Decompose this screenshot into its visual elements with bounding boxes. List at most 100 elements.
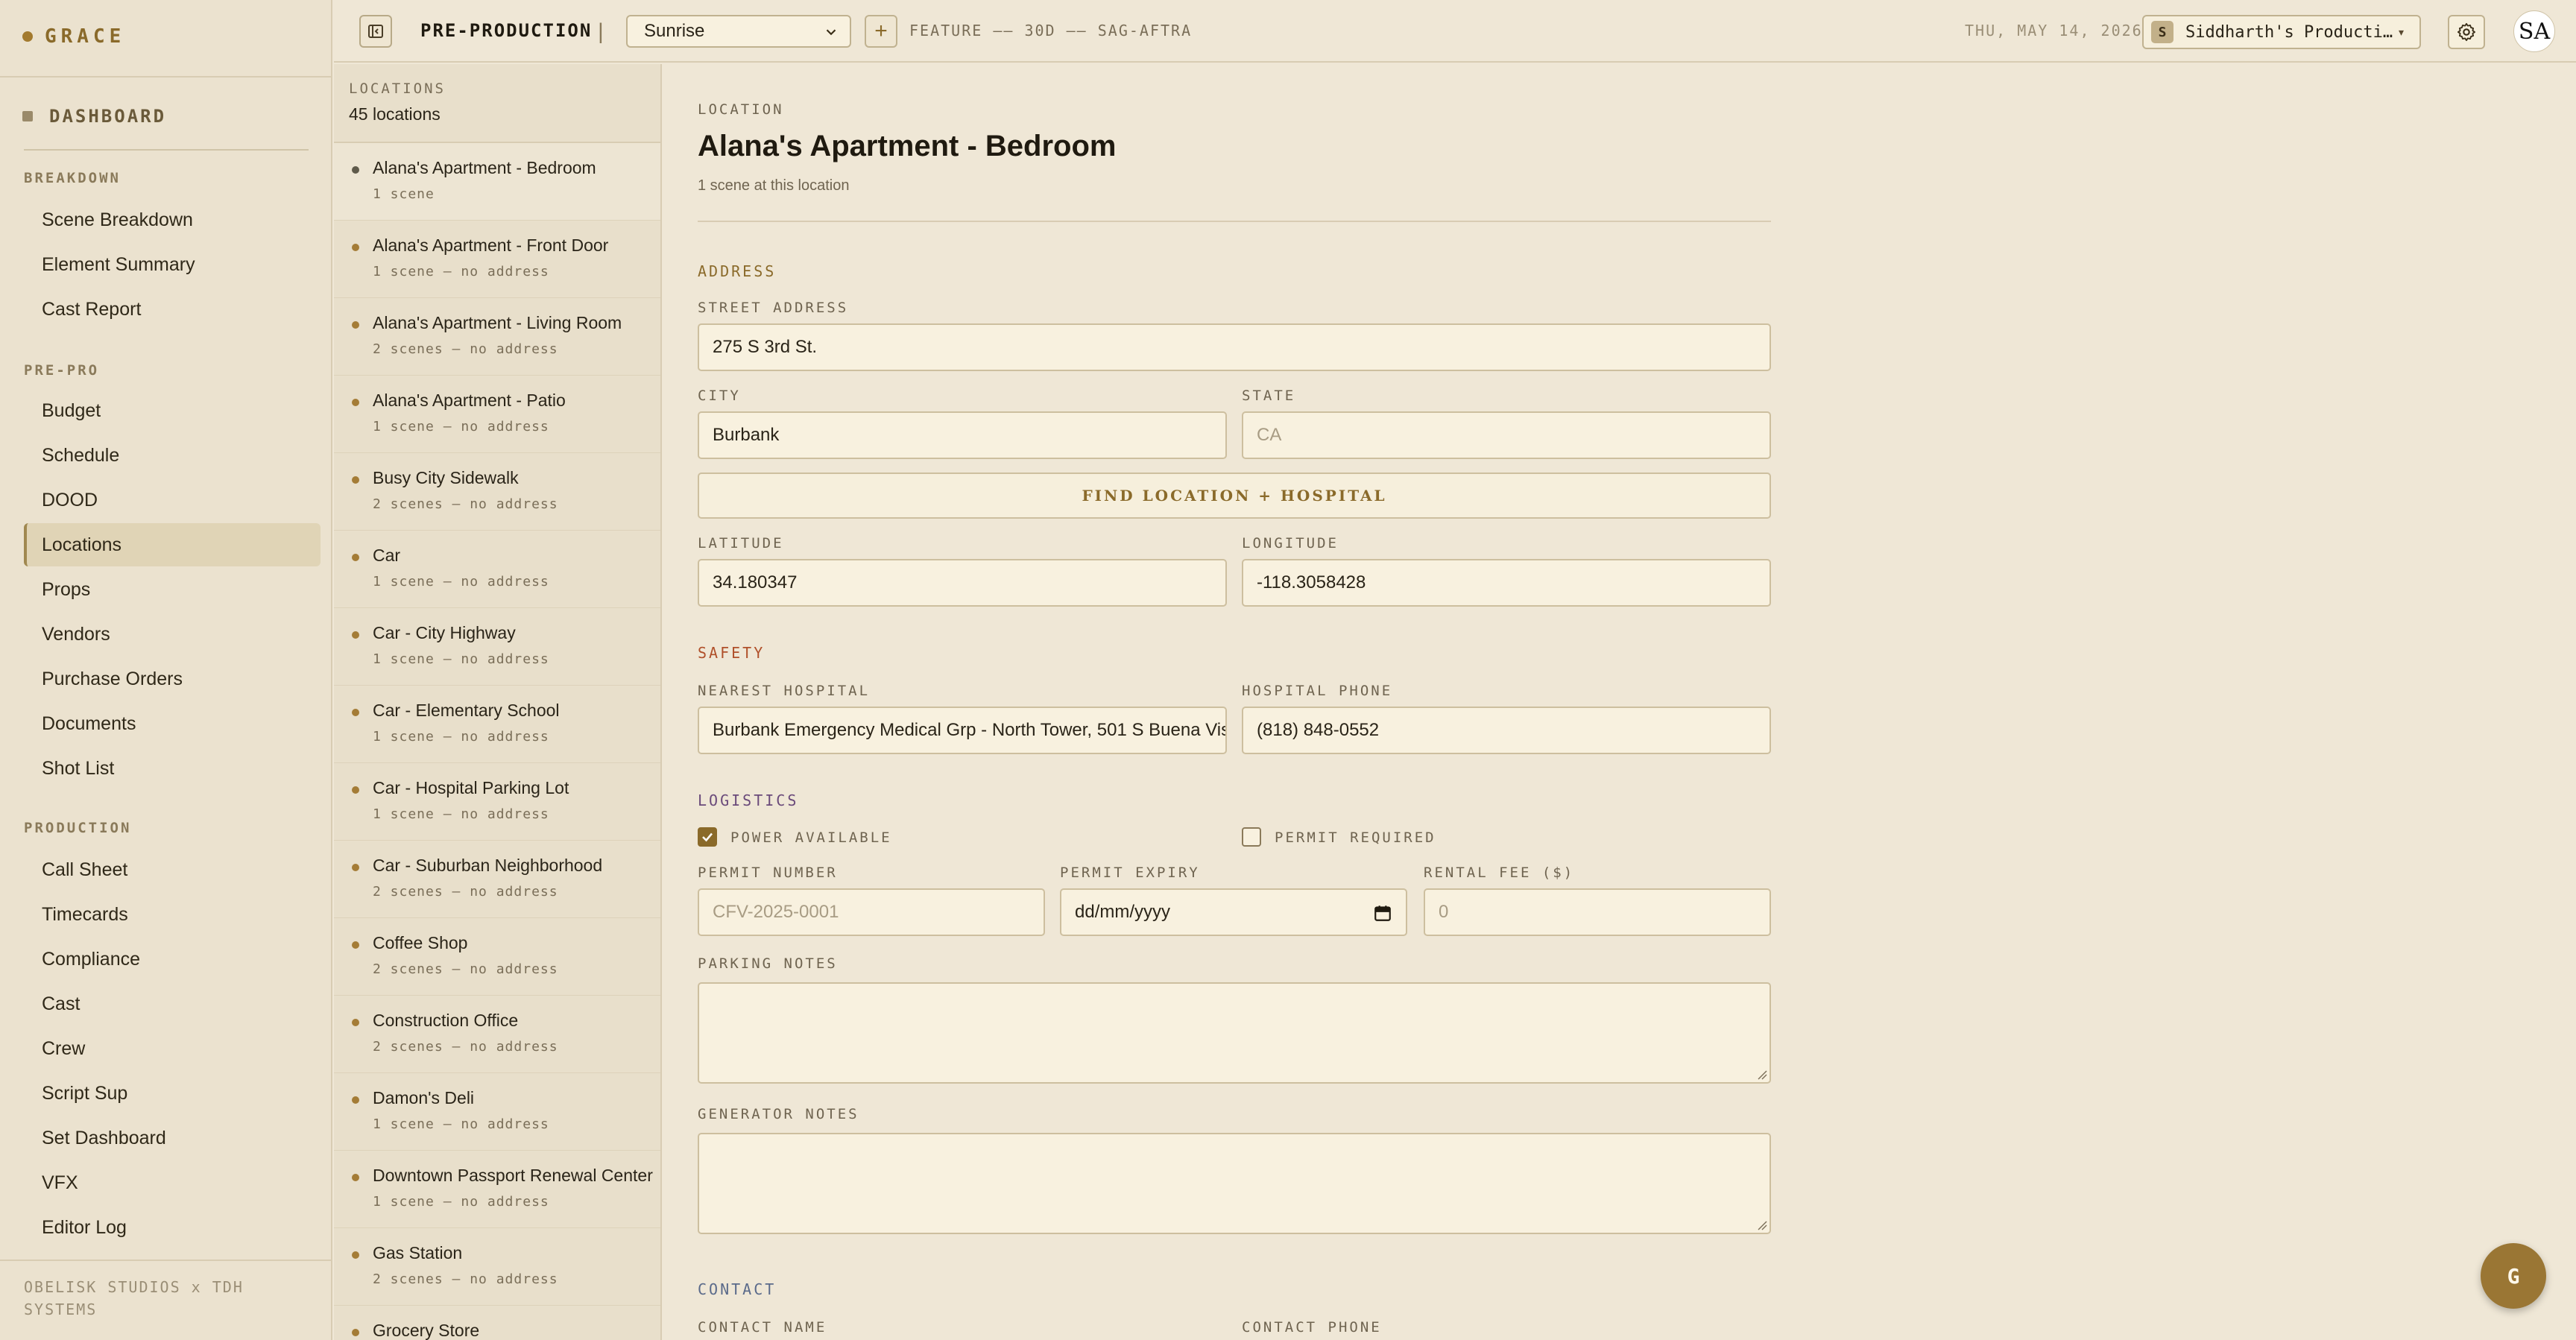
production-badge: S bbox=[2151, 21, 2174, 43]
list-item[interactable]: Car - City Highway 1 scene — no address bbox=[334, 608, 660, 686]
list-item[interactable]: Coffee Shop 2 scenes — no address bbox=[334, 918, 660, 996]
sidebar-item-schedule[interactable]: Schedule bbox=[24, 434, 321, 477]
location-name: Alana's Apartment - Bedroom bbox=[373, 158, 596, 177]
bullet-icon bbox=[352, 941, 359, 949]
project-select-value: Sunrise bbox=[644, 21, 705, 41]
location-name: Construction Office bbox=[373, 1011, 519, 1030]
sidebar-item-vendors[interactable]: Vendors bbox=[24, 613, 321, 656]
section-heading-pre-pro: PRE-PRO bbox=[24, 362, 100, 379]
collapse-sidebar-button[interactable] bbox=[359, 15, 392, 48]
location-name: Car - Elementary School bbox=[373, 701, 560, 720]
permit-required-checkbox[interactable] bbox=[1242, 827, 1261, 847]
list-item[interactable]: Damon's Deli 1 scene — no address bbox=[334, 1073, 660, 1151]
find-location-hospital-button[interactable]: FIND LOCATION + HOSPITAL bbox=[698, 473, 1771, 519]
city-field[interactable]: Burbank bbox=[698, 411, 1227, 459]
power-available-label: POWER AVAILABLE bbox=[730, 829, 892, 846]
location-name: Alana's Apartment - Front Door bbox=[373, 236, 609, 255]
sidebar-item-editor-log[interactable]: Editor Log bbox=[24, 1206, 321, 1249]
list-item[interactable]: Alana's Apartment - Front Door 1 scene —… bbox=[334, 221, 660, 298]
location-name: Grocery Store bbox=[373, 1321, 480, 1340]
bullet-icon bbox=[352, 476, 359, 484]
street-address-field[interactable]: 275 S 3rd St. bbox=[698, 323, 1771, 371]
page-title: Alana's Apartment - Bedroom bbox=[698, 130, 1117, 162]
section-title-logistics: LOGISTICS bbox=[698, 791, 799, 809]
bullet-icon bbox=[352, 399, 359, 406]
bullet-icon bbox=[352, 786, 359, 794]
list-item[interactable]: Car 1 scene — no address bbox=[334, 531, 660, 608]
location-meta: 2 scenes — no address bbox=[373, 961, 558, 977]
section-title-safety: SAFETY bbox=[698, 644, 765, 662]
sidebar-item-props[interactable]: Props bbox=[24, 568, 321, 611]
longitude-field[interactable]: -118.3058428 bbox=[1242, 559, 1771, 607]
nearest-hospital-field[interactable]: Burbank Emergency Medical Grp - North To… bbox=[698, 707, 1227, 754]
location-name: Car - City Highway bbox=[373, 623, 516, 642]
permit-expiry-date-field[interactable]: dd/mm/yyyy bbox=[1060, 888, 1407, 936]
location-name: Alana's Apartment - Patio bbox=[373, 391, 566, 410]
brand[interactable]: GRACE bbox=[22, 25, 125, 48]
resize-grip-icon bbox=[1758, 1221, 1767, 1230]
latitude-field[interactable]: 34.180347 bbox=[698, 559, 1227, 607]
location-name: Gas Station bbox=[373, 1243, 463, 1262]
sidebar-item-crew[interactable]: Crew bbox=[24, 1027, 321, 1070]
caret-down-icon: ▾ bbox=[2399, 25, 2405, 38]
current-date: THU, MAY 14, 2026 bbox=[1965, 22, 2143, 39]
sidebar-item-scene-breakdown[interactable]: Scene Breakdown bbox=[24, 198, 321, 241]
divider bbox=[0, 76, 332, 78]
list-item[interactable]: Gas Station 2 scenes — no address bbox=[334, 1228, 660, 1306]
title-separator: | bbox=[598, 19, 604, 44]
location-meta: 2 scenes — no address bbox=[373, 1271, 558, 1287]
list-item[interactable]: Construction Office 2 scenes — no addres… bbox=[334, 996, 660, 1073]
production-switcher[interactable]: S Siddharth's Production Company ▾ bbox=[2142, 15, 2421, 49]
sidebar-item-cast[interactable]: Cast bbox=[24, 982, 321, 1025]
sidebar-item-shot-list[interactable]: Shot List bbox=[24, 747, 321, 790]
avatar[interactable]: SA bbox=[2513, 10, 2555, 52]
generator-notes-textarea[interactable] bbox=[698, 1133, 1771, 1234]
list-item[interactable]: Busy City Sidewalk 2 scenes — no address bbox=[334, 453, 660, 531]
sidebar-item-timecards[interactable]: Timecards bbox=[24, 893, 321, 936]
list-item[interactable]: Car - Suburban Neighborhood 2 scenes — n… bbox=[334, 841, 660, 918]
list-item[interactable]: Grocery Store bbox=[334, 1306, 660, 1340]
sidebar-item-purchase-orders[interactable]: Purchase Orders bbox=[24, 657, 321, 701]
sidebar-item-set-dashboard[interactable]: Set Dashboard bbox=[24, 1116, 321, 1160]
project-select[interactable]: Sunrise bbox=[626, 15, 851, 48]
list-item[interactable]: Alana's Apartment - Bedroom 1 scene bbox=[334, 143, 660, 221]
list-item[interactable]: Alana's Apartment - Living Room 2 scenes… bbox=[334, 298, 660, 376]
sidebar-item-cast-report[interactable]: Cast Report bbox=[24, 288, 321, 331]
parking-notes-textarea[interactable] bbox=[698, 982, 1771, 1084]
hospital-phone-field[interactable]: (818) 848-0552 bbox=[1242, 707, 1771, 754]
nearest-hospital-label: NEAREST HOSPITAL bbox=[698, 683, 871, 699]
rental-fee-field[interactable]: 0 bbox=[1424, 888, 1771, 936]
permit-number-field[interactable]: CFV-2025-0001 bbox=[698, 888, 1045, 936]
sidebar-item-locations[interactable]: Locations bbox=[24, 523, 321, 566]
list-item[interactable]: Car - Hospital Parking Lot 1 scene — no … bbox=[334, 763, 660, 841]
power-available-checkbox[interactable] bbox=[698, 827, 717, 847]
section-heading-production: PRODUCTION bbox=[24, 820, 132, 836]
sidebar-item-dood[interactable]: DOOD bbox=[24, 478, 321, 522]
add-project-button[interactable]: + bbox=[865, 15, 897, 48]
assistant-button[interactable]: G bbox=[2481, 1243, 2546, 1309]
sidebar: GRACE DASHBOARD BREAKDOWN Scene Breakdow… bbox=[0, 0, 332, 1340]
sidebar-item-vfx[interactable]: VFX bbox=[24, 1161, 321, 1204]
location-meta: 2 scenes — no address bbox=[373, 1039, 558, 1055]
location-meta: 1 scene — no address bbox=[373, 1116, 549, 1132]
street-address-label: STREET ADDRESS bbox=[698, 300, 849, 316]
list-item[interactable]: Alana's Apartment - Patio 1 scene — no a… bbox=[334, 376, 660, 453]
location-name: Car - Suburban Neighborhood bbox=[373, 856, 603, 875]
sidebar-item-budget[interactable]: Budget bbox=[24, 389, 321, 432]
sidebar-footer: OBELISK STUDIOS x TDH SYSTEMS bbox=[24, 1278, 244, 1318]
sidebar-item-call-sheet[interactable]: Call Sheet bbox=[24, 848, 321, 891]
location-name: Damon's Deli bbox=[373, 1088, 475, 1107]
list-item[interactable]: Downtown Passport Renewal Center 1 scene… bbox=[334, 1151, 660, 1228]
sidebar-item-compliance[interactable]: Compliance bbox=[24, 938, 321, 981]
settings-button[interactable] bbox=[2448, 15, 2485, 49]
sidebar-item-dashboard[interactable]: DASHBOARD bbox=[22, 106, 166, 127]
chevron-down-icon bbox=[826, 29, 836, 36]
sidebar-item-script-sup[interactable]: Script Sup bbox=[24, 1072, 321, 1115]
location-meta: 1 scene — no address bbox=[373, 1194, 549, 1210]
section-title-address: ADDRESS bbox=[698, 262, 777, 280]
state-field[interactable]: CA bbox=[1242, 411, 1771, 459]
list-item[interactable]: Car - Elementary School 1 scene — no add… bbox=[334, 686, 660, 763]
sidebar-item-element-summary[interactable]: Element Summary bbox=[24, 243, 321, 286]
generator-notes-label: GENERATOR NOTES bbox=[698, 1106, 859, 1122]
sidebar-item-documents[interactable]: Documents bbox=[24, 702, 321, 745]
